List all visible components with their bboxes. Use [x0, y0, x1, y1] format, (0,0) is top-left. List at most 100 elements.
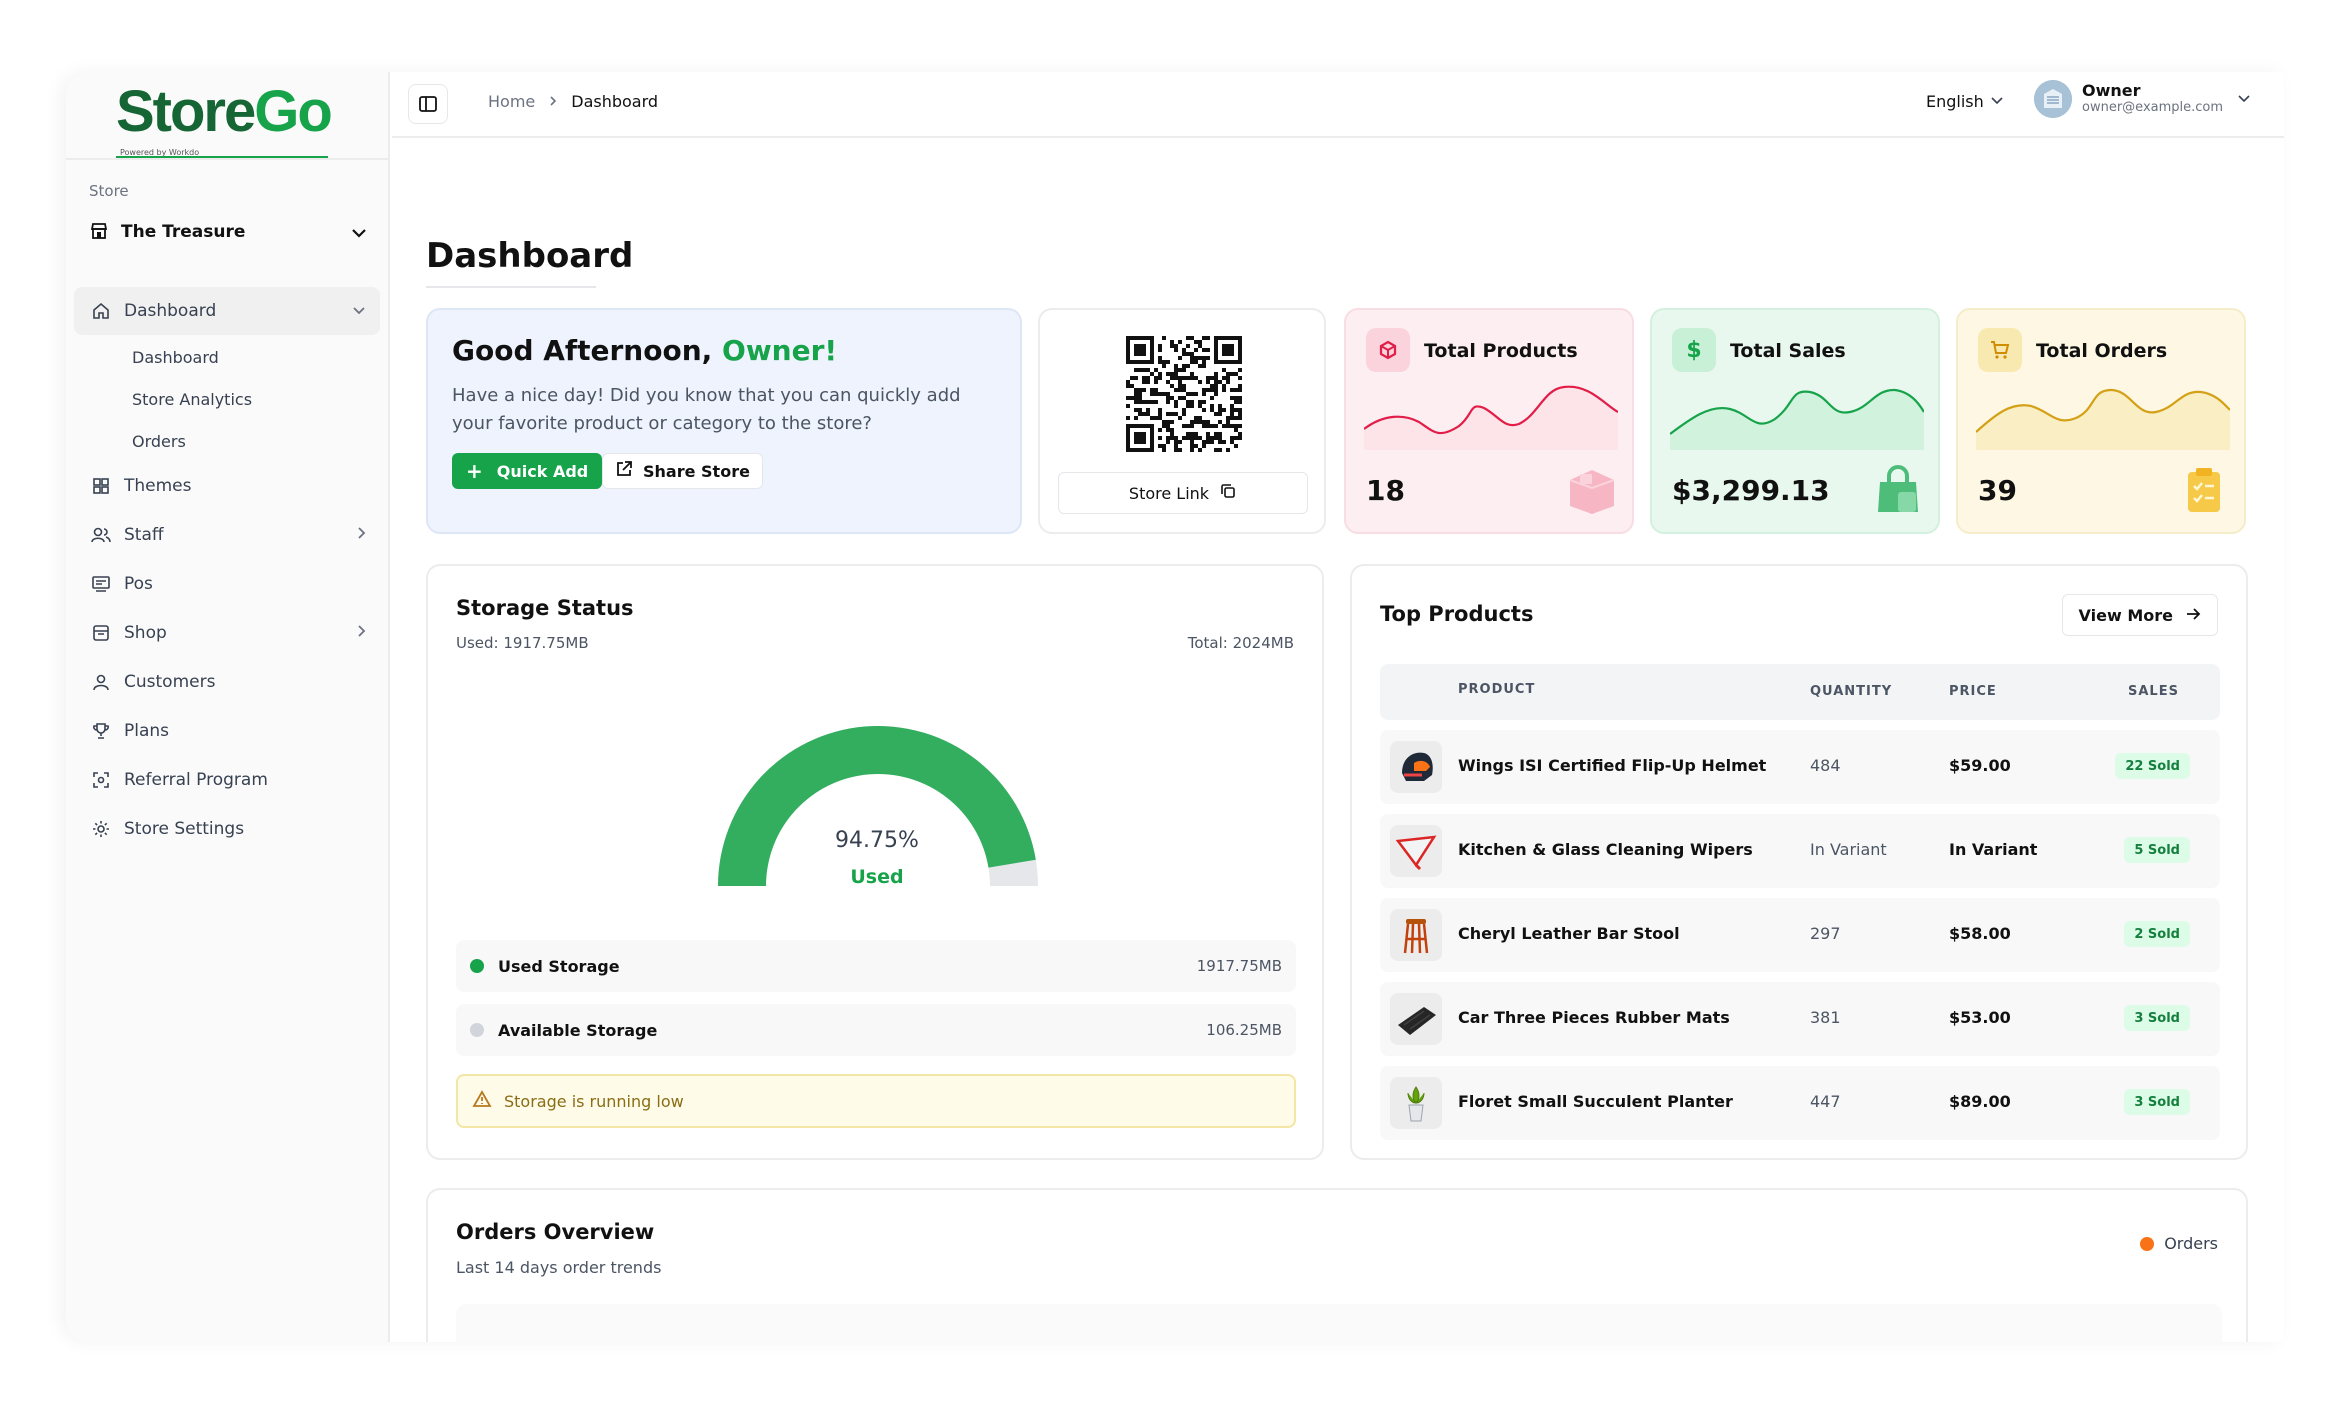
stat-title: Total Sales: [1730, 340, 1846, 362]
stat-title: Total Orders: [2036, 340, 2168, 362]
top-header: Home Dashboard English Owner owner@examp…: [392, 72, 2284, 138]
table-row[interactable]: Kitchen & Glass Cleaning Wipers In Varia…: [1380, 814, 2220, 888]
user-menu[interactable]: Owner owner@example.com: [2034, 80, 2251, 118]
cart-icon: [1978, 328, 2022, 372]
clipboard-icon: [2188, 468, 2220, 512]
product-qty: In Variant: [1810, 840, 1887, 859]
col-price: PRICE: [1949, 684, 1997, 699]
sidebar-subitem-store-analytics[interactable]: Store Analytics: [74, 378, 380, 420]
qr-card: Store Link: [1038, 308, 1326, 534]
orders-area-chart: 60: [456, 1304, 2222, 1342]
sidebar-toggle-button[interactable]: [408, 84, 448, 124]
greeting-card: Good Afternoon, Owner! Have a nice day! …: [426, 308, 1022, 534]
greeting-text: Have a nice day! Did you know that you c…: [452, 385, 961, 434]
sidebar-item-label: Plans: [124, 721, 170, 741]
gauge-percent: 94.75%: [835, 828, 919, 853]
plus-icon: +: [466, 459, 483, 483]
table-header: PRODUCT QUANTITY PRICE SALES: [1380, 664, 2220, 720]
qr-code[interactable]: [1126, 336, 1242, 452]
table-row[interactable]: Cheryl Leather Bar Stool 297 $58.00 2 So…: [1380, 898, 2220, 972]
users-icon: [90, 524, 112, 546]
store-name: The Treasure: [121, 222, 246, 242]
avatar: [2034, 80, 2072, 118]
breadcrumb: Home Dashboard: [488, 92, 658, 111]
sidebar-item-label: Store Settings: [124, 819, 245, 839]
stool-icon: [1390, 909, 1442, 961]
sidebar-item-store-settings[interactable]: Store Settings: [74, 805, 380, 853]
product-qty: 447: [1810, 1092, 1841, 1111]
greeting-title: Good Afternoon, Owner!: [452, 334, 838, 367]
pos-icon: [90, 573, 112, 595]
storego-logo[interactable]: StoreGo Powered by Workdo: [116, 78, 356, 168]
copy-icon: [1219, 482, 1237, 504]
chevron-down-icon: [351, 223, 367, 242]
sidebar-item-pos[interactable]: Pos: [74, 560, 380, 608]
sidebar-nav: Dashboard Dashboard Store Analytics Orde…: [74, 287, 380, 854]
store-icon: [89, 221, 111, 243]
sidebar-item-dashboard[interactable]: Dashboard: [74, 287, 380, 335]
stat-card-total-products: Total Products 18: [1344, 308, 1634, 534]
gauge-used-label: Used: [850, 866, 904, 888]
stat-value: 18: [1366, 474, 1405, 507]
store-selector[interactable]: The Treasure: [89, 212, 367, 252]
chevron-right-icon: [549, 92, 557, 111]
storage-status-card: Storage Status Used: 1917.75MB Total: 20…: [426, 564, 1324, 1160]
view-more-button[interactable]: View More: [2061, 594, 2218, 636]
mat-icon: [1390, 993, 1442, 1045]
sidebar-subitem-dashboard[interactable]: Dashboard: [74, 336, 380, 378]
store-label: Store: [89, 182, 129, 200]
stat-card-total-orders: Total Orders 39: [1956, 308, 2246, 534]
product-qty: 297: [1810, 924, 1841, 943]
product-name: Floret Small Succulent Planter: [1458, 1092, 1733, 1111]
sidebar-item-staff[interactable]: Staff: [74, 511, 380, 559]
row-label: Available Storage: [498, 1020, 658, 1040]
dollar-icon: $: [1672, 328, 1716, 372]
sidebar-toggle-icon: [419, 96, 437, 112]
sidebar-item-label: Referral Program: [124, 770, 268, 790]
table-row[interactable]: Wings ISI Certified Flip-Up Helmet 484 $…: [1380, 730, 2220, 804]
sidebar-item-shop[interactable]: Shop: [74, 609, 380, 657]
orders-overview-card: Orders Overview Last 14 days order trend…: [426, 1188, 2248, 1342]
quick-add-button[interactable]: + Quick Add: [452, 453, 603, 489]
sparkline: [1670, 388, 1924, 450]
sidebar: StoreGo Powered by Workdo Store The Trea…: [66, 72, 390, 1342]
product-price: $59.00: [1949, 756, 2011, 775]
page-title: Dashboard: [426, 236, 634, 276]
stat-card-total-sales: $ Total Sales $3,299.13: [1650, 308, 1940, 534]
language-selector[interactable]: English: [1926, 92, 2004, 111]
chevron-down-icon: [352, 303, 366, 319]
product-name: Kitchen & Glass Cleaning Wipers: [1458, 840, 1753, 859]
arrow-right-icon: [2185, 606, 2201, 625]
main-content: Dashboard Good Afternoon, Owner! Have a …: [392, 140, 2284, 1342]
legend-dot: [2140, 1236, 2155, 1251]
table-row[interactable]: Floret Small Succulent Planter 447 $89.0…: [1380, 1066, 2220, 1140]
language-label: English: [1926, 92, 1984, 111]
product-price: $89.00: [1949, 1092, 2011, 1111]
available-storage-row: Available Storage 106.25MB: [456, 1004, 1296, 1056]
chevron-down-icon: [1990, 94, 2004, 109]
top-products-title: Top Products: [1380, 602, 1534, 626]
row-label: Used Storage: [498, 956, 620, 976]
sidebar-item-label: Staff: [124, 525, 164, 545]
sidebar-item-plans[interactable]: Plans: [74, 707, 380, 755]
sidebar-item-referral-program[interactable]: Referral Program: [74, 756, 380, 804]
product-name: Wings ISI Certified Flip-Up Helmet: [1458, 756, 1767, 775]
product-name: Car Three Pieces Rubber Mats: [1458, 1008, 1730, 1027]
stat-value: 39: [1978, 474, 2017, 507]
sidebar-item-label: Shop: [124, 623, 167, 643]
stat-value: $3,299.13: [1672, 474, 1830, 507]
sidebar-item-label: Themes: [124, 476, 192, 496]
chevron-right-icon: [357, 624, 366, 642]
table-row[interactable]: Car Three Pieces Rubber Mats 381 $53.00 …: [1380, 982, 2220, 1056]
gauge-fill: [718, 726, 1036, 886]
sidebar-subitem-orders[interactable]: Orders: [74, 420, 380, 462]
sparkline: [1976, 388, 2230, 450]
chevron-down-icon: [2237, 91, 2251, 107]
store-link-button[interactable]: Store Link: [1058, 472, 1308, 514]
breadcrumb-home[interactable]: Home: [488, 92, 535, 111]
grid-icon: [90, 475, 112, 497]
sold-badge: 5 Sold: [2124, 837, 2190, 863]
share-store-button[interactable]: Share Store: [602, 453, 763, 489]
sidebar-item-customers[interactable]: Customers: [74, 658, 380, 706]
sidebar-item-themes[interactable]: Themes: [74, 462, 380, 510]
